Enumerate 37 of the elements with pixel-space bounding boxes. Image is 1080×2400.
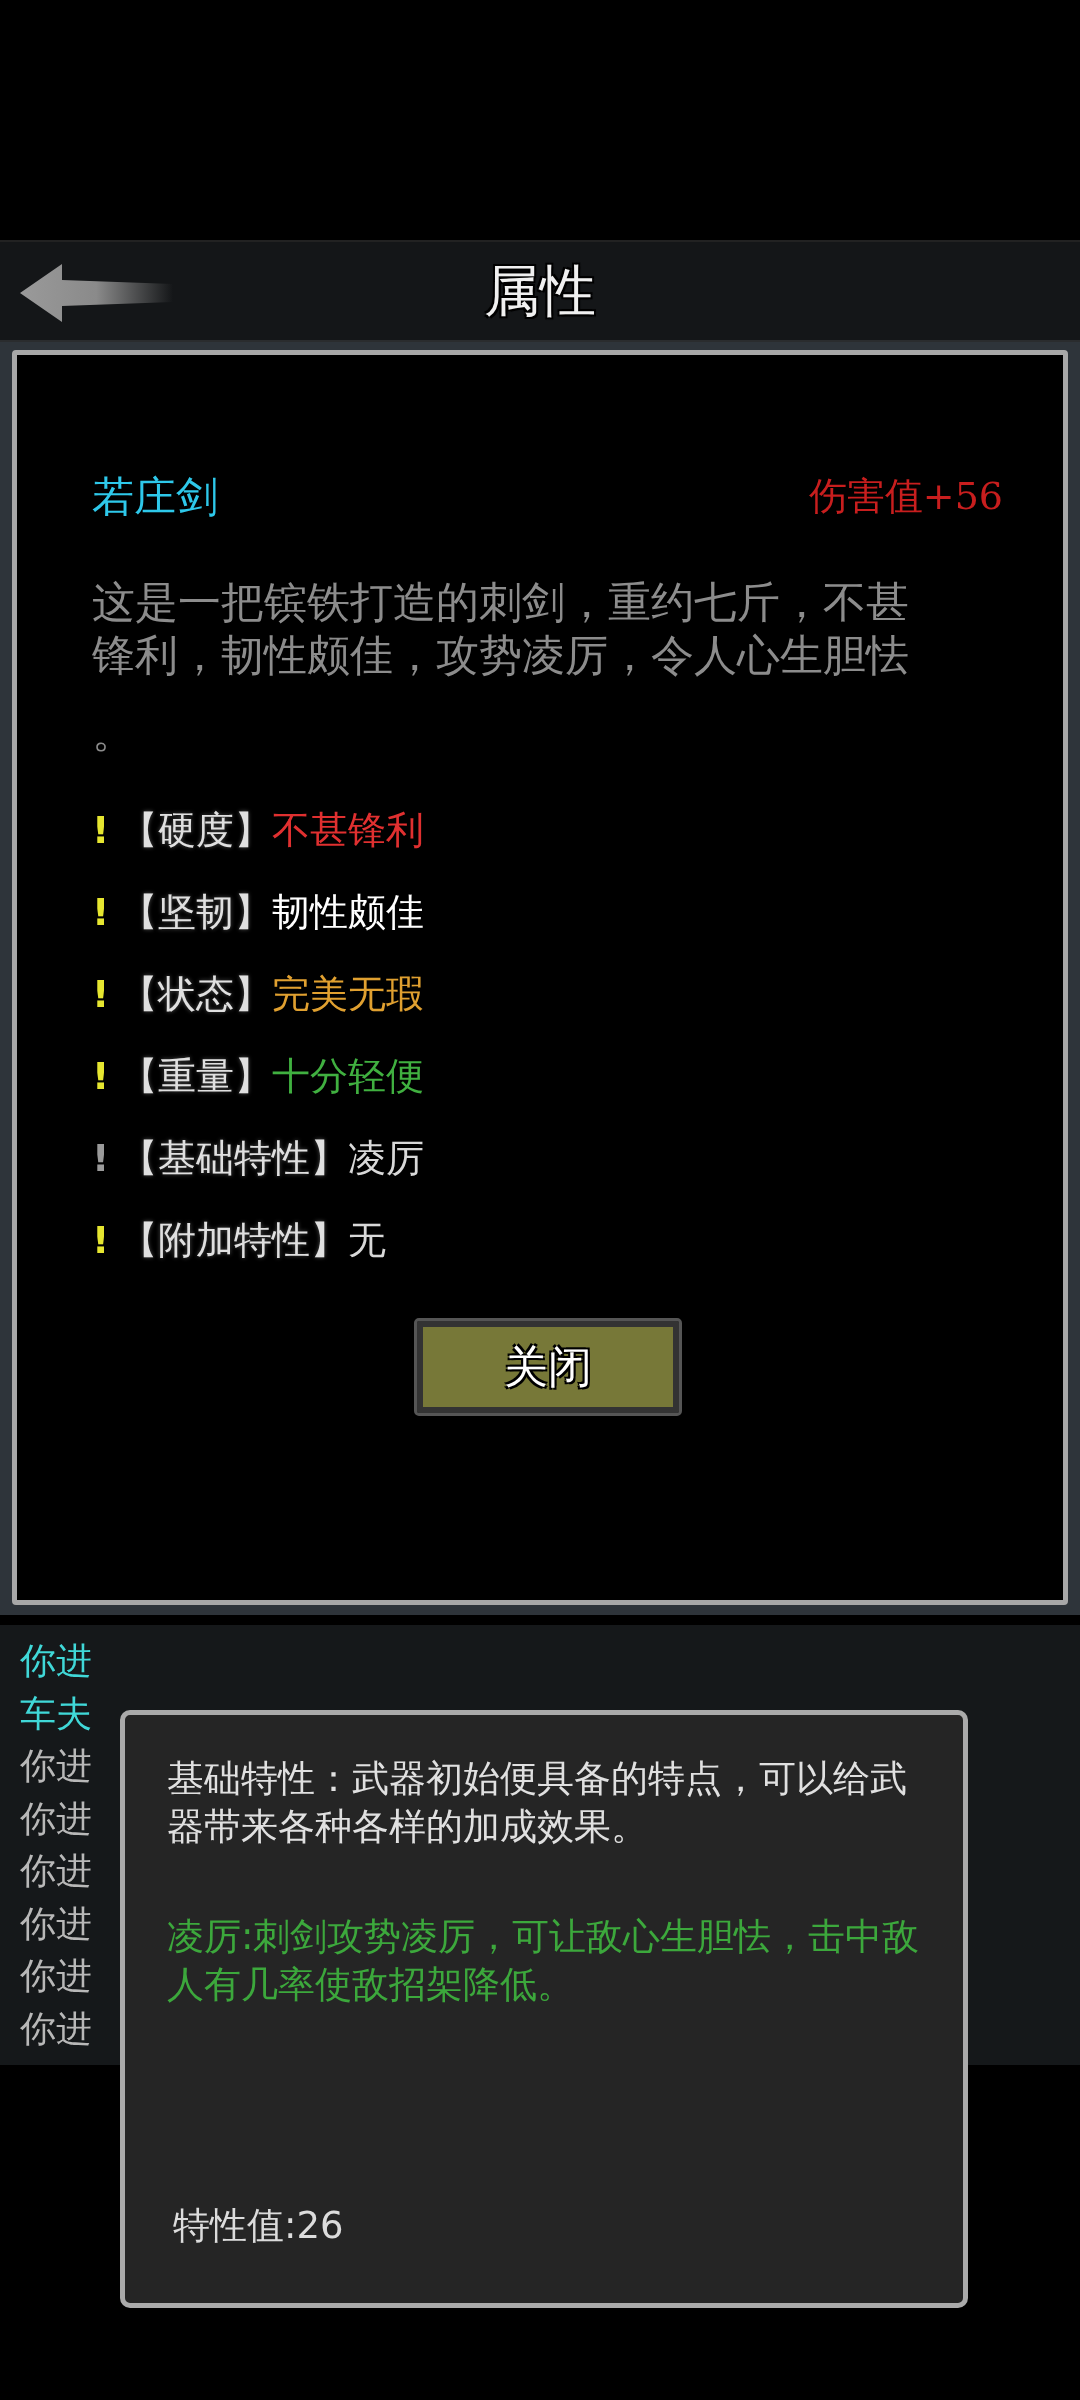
damage-value: 伤害值+56 xyxy=(808,473,1003,520)
log-line: 车夫 xyxy=(20,1692,92,1734)
log-line: 你进 xyxy=(20,1797,92,1839)
description-line: 锋利，韧性颇佳，攻势凌厉，令人心生胆怯 xyxy=(92,629,910,682)
log-line: 你进 xyxy=(20,1640,92,1681)
log-line: 你进 xyxy=(20,2007,92,2049)
back-arrow-icon[interactable] xyxy=(18,262,173,324)
trait-value: 特性值:26 xyxy=(173,2202,344,2249)
log-line: 你进 xyxy=(20,1745,92,1786)
attribute-label: 【重量】 xyxy=(120,1052,272,1100)
attribute-label: 【硬度】 xyxy=(120,806,272,854)
alert-mark: ! xyxy=(92,806,111,854)
close-button[interactable]: 关闭 xyxy=(416,1321,679,1413)
alert-mark: ! xyxy=(92,888,111,936)
trait-description: 基础特性：武器初始便具备的特点，可以给武器带来各种各样的加成效果。 xyxy=(167,1756,908,1850)
attribute-value: 完美无瑕 xyxy=(272,970,424,1018)
alert-mark: ! xyxy=(92,1052,111,1100)
log-line: 你进 xyxy=(20,1955,92,1996)
log-line: 你进 xyxy=(20,1902,92,1944)
attribute-label: 【状态】 xyxy=(120,970,272,1018)
item-name: 若庄剑 xyxy=(92,471,218,523)
attribute-value: 凌厉 xyxy=(348,1134,424,1182)
alert-mark: ! xyxy=(92,970,111,1018)
attribute-label: 【基础特性】 xyxy=(120,1134,348,1182)
alert-mark: ! xyxy=(92,1134,111,1182)
page-title: 属性 xyxy=(484,263,596,319)
attribute-label: 【附加特性】 xyxy=(120,1216,348,1264)
attribute-label: 【坚韧】 xyxy=(120,888,272,936)
attribute-value: 无 xyxy=(348,1216,386,1264)
attribute-value: 韧性颇佳 xyxy=(272,888,424,936)
attribute-value: 十分轻便 xyxy=(272,1052,424,1100)
attribute-value: 不甚锋利 xyxy=(272,806,424,854)
description-line: 。 xyxy=(92,706,136,759)
description-line: 这是一把镔铁打造的刺剑，重约七斤，不甚 xyxy=(92,576,910,629)
alert-mark: ! xyxy=(92,1216,111,1264)
log-line: 你进 xyxy=(20,1850,92,1891)
trait-effect: 凌厉:刺剑攻势凌厉，可让敌心生胆怯，击中敌人有几率使敌招架降低。 xyxy=(167,1914,921,2008)
